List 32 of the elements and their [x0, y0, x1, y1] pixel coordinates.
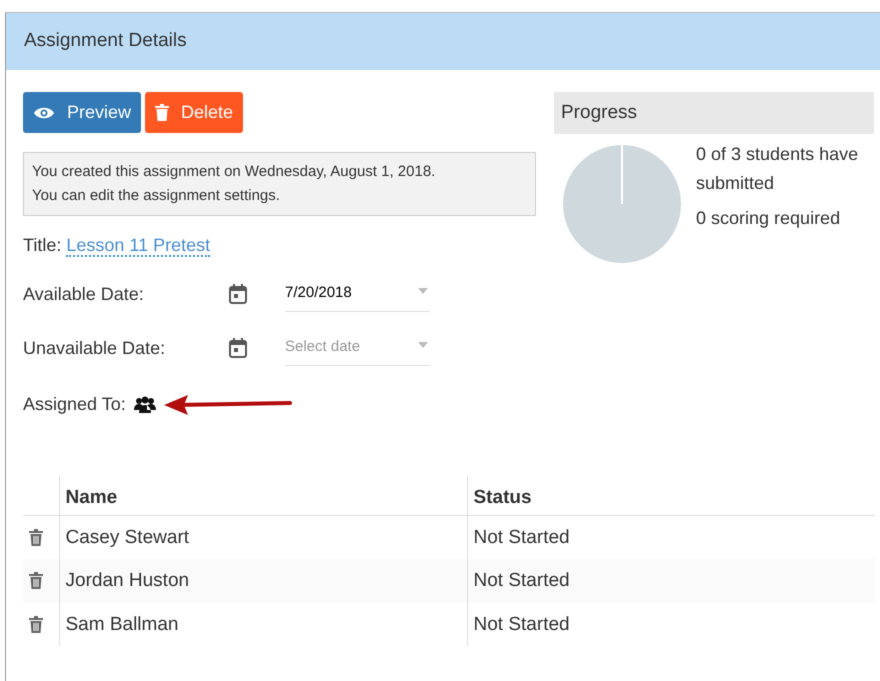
- progress-text: 0 scoring required: [696, 206, 842, 230]
- date-label: Unavailable Date:: [23, 336, 166, 360]
- column-header: Status: [467, 476, 875, 515]
- info-box: You created this assignment on Wednesday, August 1, 2018. You can edit the assignment settings.: [23, 152, 536, 216]
- date-field[interactable]: 7/20/2018: [285, 276, 430, 311]
- trash-icon[interactable]: [29, 572, 43, 590]
- progress-title: Progress: [561, 100, 638, 125]
- name-cell: Casey Stewart: [66, 526, 190, 548]
- status-cell: Not Started: [474, 570, 570, 591]
- panel-title: Assignment Details: [24, 29, 187, 54]
- date-label: Available Date:: [23, 282, 145, 306]
- trash-icon: [155, 104, 170, 121]
- status-cell: Not Started: [474, 526, 570, 548]
- column-header: Name: [59, 476, 467, 515]
- trash-icon[interactable]: [29, 528, 43, 546]
- title-link[interactable]: Lesson 11 Pretest: [66, 235, 210, 257]
- trash-icon[interactable]: [29, 616, 43, 633]
- preview-button[interactable]: Preview: [23, 92, 142, 133]
- status-cell: Not Started: [474, 614, 570, 634]
- name-cell: Jordan Huston: [66, 570, 190, 591]
- date-field[interactable]: Select date: [285, 330, 430, 365]
- calendar-icon[interactable]: [228, 284, 248, 304]
- title-label: Title:: [23, 235, 62, 255]
- group-icon[interactable]: [134, 396, 156, 413]
- eye-icon: [33, 106, 55, 120]
- caret-icon: [418, 288, 428, 294]
- progress-text: 0 of 3 students have submitted: [696, 143, 860, 195]
- caret-icon: [418, 342, 428, 348]
- assigned-to-label: Assigned To:: [23, 393, 126, 416]
- name-cell: Sam Ballman: [66, 614, 178, 634]
- calendar-icon[interactable]: [228, 338, 248, 358]
- delete-button[interactable]: Delete: [145, 92, 244, 133]
